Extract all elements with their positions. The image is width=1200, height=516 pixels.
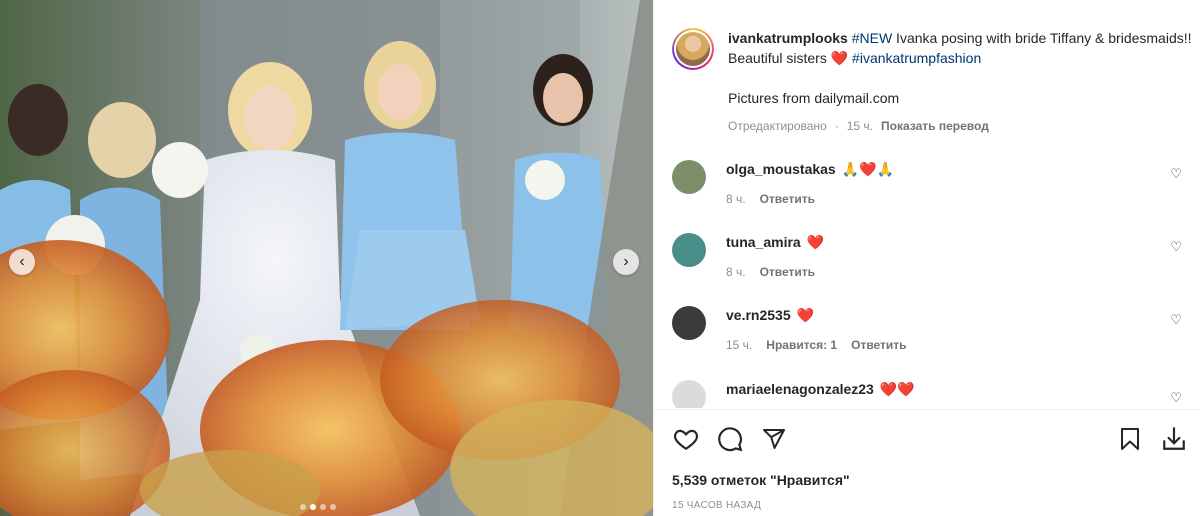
author-username[interactable]: ivankatrumplooks	[728, 30, 848, 46]
carousel-indicator	[300, 504, 336, 510]
author-avatar[interactable]	[672, 28, 714, 70]
share-button[interactable]	[760, 425, 788, 453]
bookmark-icon	[1121, 428, 1139, 450]
commenter-username[interactable]: ve.rn2535	[726, 307, 791, 323]
wedding-photo	[0, 0, 653, 516]
next-slide-button[interactable]: ›	[613, 249, 639, 275]
save-button[interactable]	[1116, 425, 1144, 453]
comment-time: 15 ч.	[726, 338, 753, 352]
comment-text: ❤️❤️	[879, 381, 915, 397]
comment-like-icon[interactable]: ♡	[1170, 239, 1182, 255]
reply-button[interactable]: Ответить	[851, 336, 906, 354]
caption-separator: ·	[834, 119, 839, 133]
commenter-avatar[interactable]	[672, 306, 706, 340]
chevron-left-icon: ‹	[19, 253, 25, 270]
comment-like-icon[interactable]: ♡	[1170, 390, 1182, 406]
like-button[interactable]	[672, 425, 700, 453]
comment-item: olga_moustakas 🙏❤️🙏 8 ч. Ответить ♡	[672, 160, 1182, 208]
commenter-username[interactable]: olga_moustakas	[726, 161, 836, 177]
carousel-dot	[300, 504, 306, 510]
post-timestamp: 15 ЧАСОВ НАЗАД	[672, 500, 762, 511]
download-button[interactable]	[1160, 425, 1188, 453]
likes-count[interactable]: 5,539 отметок "Нравится"	[672, 472, 850, 488]
reply-button[interactable]: Ответить	[760, 190, 815, 208]
post-actions	[672, 424, 1188, 454]
chevron-right-icon: ›	[623, 253, 629, 270]
commenter-avatar[interactable]	[672, 380, 706, 408]
actions-divider	[654, 409, 1200, 410]
comment-text: ❤️	[796, 307, 815, 323]
post-media[interactable]: ‹ ›	[0, 0, 653, 516]
hashtag-new[interactable]: #NEW	[852, 30, 892, 46]
comment-like-icon[interactable]: ♡	[1170, 166, 1182, 182]
comment-text: ❤️	[806, 234, 825, 250]
comment-time: 8 ч.	[726, 192, 746, 206]
comment-item: mariaelenagonzalez23 ❤️❤️ ♡	[672, 380, 1182, 408]
caption-source: Pictures from dailymail.com	[728, 90, 900, 106]
comment-bubble-icon	[718, 427, 743, 452]
download-icon	[1163, 427, 1185, 450]
commenter-username[interactable]: tuna_amira	[726, 234, 801, 250]
edited-time: 15 ч.	[846, 119, 874, 133]
heart-outline-icon	[673, 429, 699, 451]
carousel-dot	[320, 504, 326, 510]
paper-plane-icon	[763, 429, 785, 449]
previous-slide-button[interactable]: ‹	[9, 249, 35, 275]
commenter-avatar[interactable]	[672, 233, 706, 267]
reply-button[interactable]: Ответить	[760, 263, 815, 281]
comment-time: 8 ч.	[726, 265, 746, 279]
comment-like-icon[interactable]: ♡	[1170, 312, 1182, 328]
caption-body: ivankatrumplooks #NEW Ivanka posing with…	[728, 28, 1192, 136]
comment-item: ve.rn2535 ❤️ 15 ч. Нравится: 1 Ответить ♡	[672, 306, 1182, 354]
edited-label: Отредактировано	[728, 119, 827, 133]
comment-item: tuna_amira ❤️ 8 ч. Ответить ♡	[672, 233, 1182, 281]
carousel-dot	[330, 504, 336, 510]
comment-text: 🙏❤️🙏	[841, 161, 895, 177]
caption-text: ivankatrumplooks #NEW Ivanka posing with…	[728, 28, 1192, 68]
carousel-dot-active	[310, 504, 316, 510]
hashtag-fashion[interactable]: #ivankatrumpfashion	[852, 50, 981, 66]
caption-meta: Отредактировано · 15 ч. Показать перевод	[728, 116, 1192, 136]
caption-heart-emoji: ❤️	[830, 50, 849, 66]
instagram-post: ‹ › ivankatrumplooks #NEW Ivanka posing …	[0, 0, 1200, 516]
comment-button[interactable]	[716, 425, 744, 453]
post-caption: ivankatrumplooks #NEW Ivanka posing with…	[672, 28, 1192, 136]
commenter-avatar[interactable]	[672, 160, 706, 194]
commenter-username[interactable]: mariaelenagonzalez23	[726, 381, 874, 397]
show-translation-link[interactable]: Показать перевод	[881, 116, 989, 136]
comment-likes-count[interactable]: Нравится: 1	[766, 336, 837, 354]
post-side-panel: ivankatrumplooks #NEW Ivanka posing with…	[653, 0, 1200, 516]
